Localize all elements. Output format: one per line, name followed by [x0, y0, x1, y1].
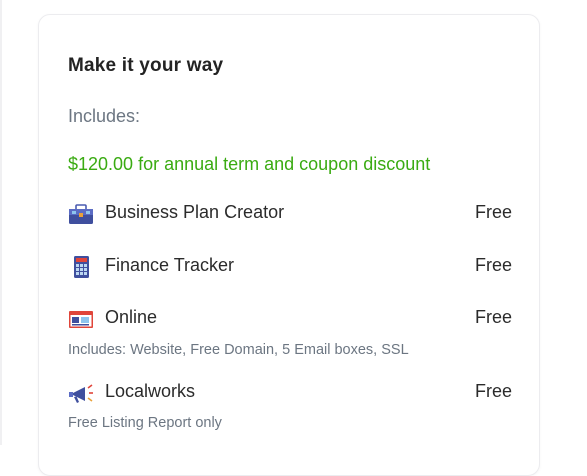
browser-window-icon [68, 308, 94, 330]
discount-text: $120.00 for annual term and coupon disco… [68, 154, 431, 174]
item-name: Online [105, 307, 158, 327]
item-note-localworks: Free Listing Report only [68, 415, 222, 431]
item-note-online: Includes: Website, Free Domain, 5 Email … [68, 342, 409, 358]
item-name: Finance Tracker [105, 255, 235, 275]
briefcase-icon [68, 203, 94, 225]
item-price: Free [474, 255, 512, 275]
list-item-online: Online Free [68, 306, 512, 332]
plan-card: Make it your way Includes: $120.00 for a… [38, 14, 540, 476]
item-price: Free [474, 307, 512, 327]
list-item-finance-tracker: Finance Tracker Free [68, 254, 512, 280]
megaphone-icon [68, 382, 94, 404]
includes-label: Includes: [68, 106, 141, 126]
item-price: Free [474, 381, 512, 401]
card-title: Make it your way [68, 55, 224, 76]
item-price: Free [474, 202, 512, 222]
page-left-edge [0, 0, 2, 445]
calculator-icon [68, 256, 94, 278]
item-name: Business Plan Creator [105, 202, 285, 222]
list-item-localworks: Localworks Free [68, 380, 512, 406]
item-name: Localworks [105, 381, 196, 401]
list-item-business-plan-creator: Business Plan Creator Free [68, 201, 512, 227]
